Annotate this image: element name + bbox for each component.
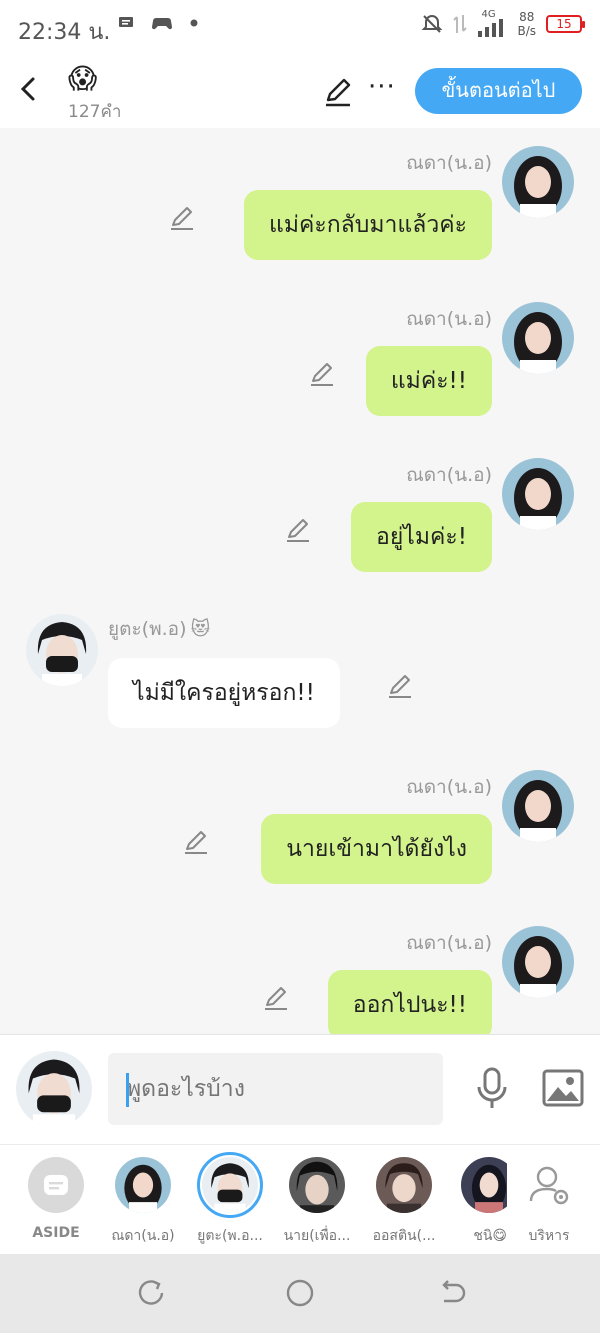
composer-bar	[0, 1034, 600, 1144]
avatar-nada[interactable]	[502, 770, 574, 842]
sender-name: ณดา(น.อ)	[406, 932, 492, 954]
status-time: 22:34 น.	[18, 20, 111, 45]
avatar	[461, 1157, 507, 1213]
sender-name: ยูตะ(พ.อ) 😻	[108, 618, 211, 640]
network-speed: 88 B/s	[517, 10, 536, 38]
story-emoji[interactable]: 😱	[68, 62, 102, 96]
character-austin[interactable]: ออสติน(...	[364, 1157, 444, 1247]
character-aside[interactable]: ASIDE	[16, 1157, 96, 1241]
message-bubble[interactable]: นายเข้ามาได้ยังไง	[261, 814, 492, 884]
edit-pen-icon[interactable]	[284, 516, 312, 544]
edit-pen-icon[interactable]	[168, 204, 196, 232]
edit-pen-icon[interactable]	[386, 672, 414, 700]
chat-area[interactable]: ณดา(น.อ) แม่ค่ะกลับมาแล้วค่ะ ณดา(น.อ) แม…	[0, 128, 600, 1034]
battery-icon: 15	[546, 15, 585, 33]
edit-pen-icon[interactable]	[182, 828, 210, 856]
more-options-icon[interactable]: ···	[368, 72, 396, 102]
avatar-nada[interactable]	[502, 458, 574, 530]
message-input[interactable]	[108, 1053, 443, 1125]
avatar-yuta[interactable]	[26, 614, 98, 686]
home-icon[interactable]	[285, 1278, 315, 1308]
text-cursor	[126, 1073, 129, 1107]
recent-apps-icon[interactable]	[136, 1278, 166, 1308]
avatar	[115, 1157, 171, 1213]
gamepad-icon	[152, 18, 172, 30]
aside-icon	[28, 1157, 84, 1213]
back-arrow-icon[interactable]	[14, 72, 44, 106]
signal-icon: 4G	[477, 9, 507, 37]
sender-name: ณดา(น.อ)	[406, 152, 492, 174]
header: 😱 127คำ ··· ขั้นตอนต่อไป	[0, 56, 600, 128]
avatar-nada[interactable]	[502, 926, 574, 998]
message-bubble[interactable]: แม่ค่ะกลับมาแล้วค่ะ	[244, 190, 492, 260]
character-yuta[interactable]: ยูตะ(พ.อ...	[190, 1152, 270, 1247]
sender-name: ณดา(น.อ)	[406, 308, 492, 330]
message-notification-icon	[119, 17, 133, 27]
system-nav-bar	[0, 1254, 600, 1333]
avatar	[376, 1157, 432, 1213]
sender-emoji: 😻	[190, 618, 211, 640]
message-bubble[interactable]: ออกไปนะ!!	[327, 970, 492, 1034]
message-bubble[interactable]: แม่ค่ะ!!	[365, 346, 492, 416]
edit-pen-icon[interactable]	[322, 76, 354, 108]
status-bar: 22:34 น. 4G 88 B/s 15	[0, 0, 600, 56]
avatar	[289, 1157, 345, 1213]
character-manage[interactable]: บริหาร	[509, 1157, 589, 1247]
back-nav-icon[interactable]	[436, 1278, 466, 1308]
character-friend[interactable]: นาย(เพื่อ...	[277, 1157, 357, 1247]
manage-characters-icon	[529, 1166, 569, 1205]
sender-name: ณดา(น.อ)	[406, 776, 492, 798]
next-step-button[interactable]: ขั้นตอนต่อไป	[415, 68, 582, 114]
edit-pen-icon[interactable]	[308, 360, 336, 388]
character-chani[interactable]: ชนิ😋	[451, 1157, 507, 1247]
data-arrows-icon	[453, 15, 468, 33]
message-bubble[interactable]: อยู่ไมค่ะ!	[351, 502, 492, 572]
edit-pen-icon[interactable]	[262, 984, 290, 1012]
message-bubble[interactable]: ไม่มีใครอยู่หรอก!!	[108, 658, 340, 728]
word-count: 127คำ	[68, 102, 122, 122]
dot-icon	[190, 19, 198, 27]
sender-name: ณดา(น.อ)	[406, 464, 492, 486]
current-speaker-avatar[interactable]	[16, 1051, 92, 1127]
avatar-nada[interactable]	[502, 302, 574, 374]
character-nada[interactable]: ณดา(น.อ)	[103, 1157, 183, 1247]
avatar	[197, 1152, 263, 1218]
bell-off-icon	[422, 14, 443, 33]
avatar-nada[interactable]	[502, 146, 574, 218]
image-icon[interactable]	[542, 1069, 584, 1107]
character-selector: ASIDE ณดา(น.อ) ยูตะ(พ.อ... นาย(เพื่อ... …	[0, 1144, 600, 1254]
microphone-icon[interactable]	[474, 1067, 510, 1111]
